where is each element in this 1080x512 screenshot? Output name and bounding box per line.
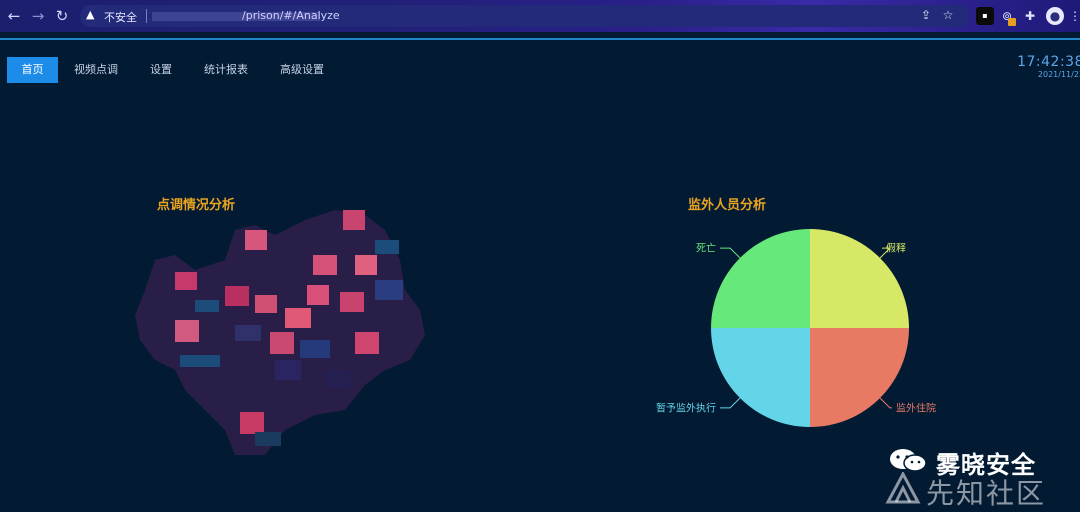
- star-icon[interactable]: ☆: [940, 7, 956, 23]
- pie-label-line: [720, 397, 741, 409]
- extension-badge-icon[interactable]: ⊚: [998, 7, 1016, 26]
- forward-icon[interactable]: →: [28, 6, 48, 26]
- insecure-label: 不安全: [104, 11, 137, 24]
- profile-icon[interactable]: ●: [1046, 7, 1064, 25]
- clock-date: 2021/11/23: [1037, 70, 1080, 79]
- menu-item-settings[interactable]: 设置: [134, 57, 188, 83]
- xianzhi-logo-icon: [885, 472, 921, 504]
- pie-slice-label: 死亡: [696, 242, 716, 255]
- header-divider: [0, 38, 1080, 40]
- menu-item-advanced[interactable]: 高级设置: [264, 57, 340, 83]
- browser-toolbar: ← → ↻ ▲ 不安全 /prison/#/Analyze ⇪ ☆ ▪ ⊚ ✚ …: [0, 0, 1080, 32]
- extension-icon[interactable]: ▪: [976, 7, 994, 25]
- pie-label-line: [720, 247, 741, 259]
- back-icon[interactable]: ←: [4, 6, 24, 26]
- menu-item-video[interactable]: 视频点调: [58, 57, 134, 83]
- watermark-secondary: 先知社区: [880, 470, 1080, 510]
- pie-slice[interactable]: [711, 229, 810, 328]
- puzzle-icon[interactable]: ✚: [1021, 7, 1039, 25]
- pie-slice-label: 假释: [886, 242, 906, 255]
- pie-slice-label: 监外住院: [896, 401, 936, 414]
- menu-item-home[interactable]: 首页: [7, 57, 58, 83]
- heat-map: [135, 210, 425, 455]
- more-icon[interactable]: ⋮: [1066, 7, 1080, 25]
- pie-slice[interactable]: [810, 328, 909, 427]
- clock-time: 17:42:38: [1017, 54, 1080, 70]
- pie-slice[interactable]: [711, 328, 810, 427]
- pie-chart: 假释监外住院 暂予监外执行 死亡: [656, 229, 936, 427]
- pie-label-line: [879, 397, 892, 409]
- clock: 17:42:38 2021/11/23: [1017, 54, 1080, 79]
- pie-slice-label: 暂予监外执行: [656, 401, 716, 414]
- share-icon[interactable]: ⇪: [918, 7, 934, 23]
- main-menu: 首页 视频点调 设置 统计报表 高级设置: [7, 57, 340, 83]
- address-divider: [146, 9, 147, 23]
- url-text: /prison/#/Analyze: [242, 9, 340, 22]
- menu-item-reports[interactable]: 统计报表: [188, 57, 264, 83]
- address-bar[interactable]: ▲ 不安全 /prison/#/Analyze ⇪ ☆: [80, 5, 970, 27]
- reload-icon[interactable]: ↻: [52, 6, 72, 26]
- watermark-secondary-text: 先知社区: [926, 477, 1047, 510]
- warning-icon: ▲: [86, 8, 95, 21]
